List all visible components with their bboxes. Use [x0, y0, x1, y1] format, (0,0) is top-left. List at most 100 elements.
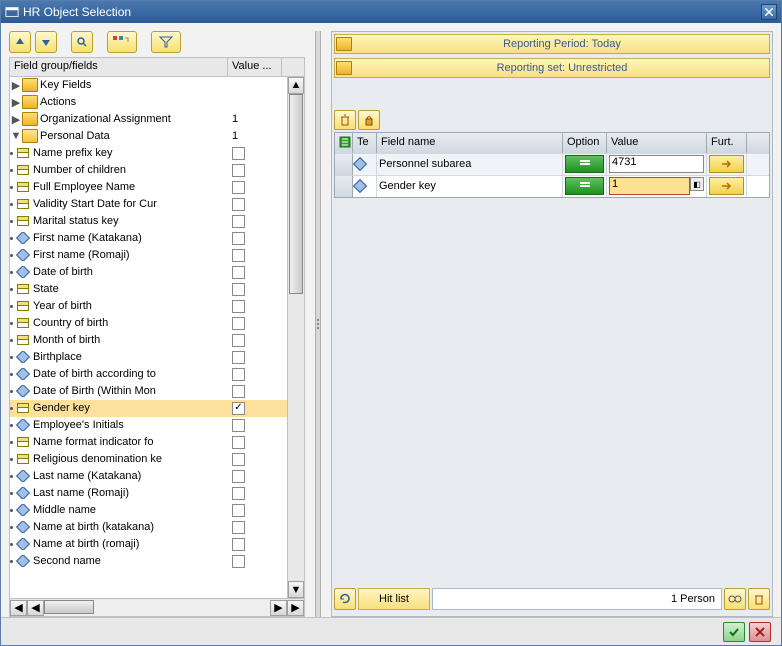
- tree-vscroll[interactable]: ▲ ▼: [287, 77, 304, 598]
- checkbox[interactable]: [232, 351, 245, 364]
- grid-header-further[interactable]: Furt.: [707, 133, 747, 153]
- tree-row[interactable]: Validity Start Date for Cur: [10, 196, 304, 213]
- checkbox[interactable]: [232, 436, 245, 449]
- checkbox[interactable]: [232, 266, 245, 279]
- further-button[interactable]: [709, 155, 744, 173]
- f4-help-button[interactable]: ◧: [690, 177, 704, 191]
- tree-header-fieldgroup[interactable]: Field group/fields: [10, 58, 228, 76]
- expand-all-button[interactable]: [9, 31, 31, 53]
- grid-header-fieldname[interactable]: Field name: [377, 133, 563, 153]
- tree-row[interactable]: Religious denomination ke: [10, 451, 304, 468]
- find-button[interactable]: [71, 31, 93, 53]
- row-header[interactable]: [335, 176, 353, 197]
- lock-button[interactable]: [358, 110, 380, 130]
- scroll-right-button[interactable]: ▶: [270, 600, 287, 616]
- tree-row[interactable]: Date of birth: [10, 264, 304, 281]
- checkbox[interactable]: [232, 198, 245, 211]
- checkbox[interactable]: [232, 283, 245, 296]
- tree-row[interactable]: ▶Actions: [10, 94, 304, 111]
- grid-header-tech[interactable]: Te: [353, 133, 377, 153]
- checkbox[interactable]: [232, 249, 245, 262]
- hit-list-button[interactable]: Hit list: [358, 588, 430, 610]
- checkbox[interactable]: [232, 181, 245, 194]
- checkbox[interactable]: [232, 164, 245, 177]
- value-input[interactable]: 1: [609, 177, 690, 195]
- tree-hscroll[interactable]: ◀ ◀ ▶ ▶: [9, 599, 305, 617]
- checkbox[interactable]: [232, 504, 245, 517]
- tree-row[interactable]: ▶Key Fields: [10, 77, 304, 94]
- tree-row[interactable]: First name (Romaji): [10, 247, 304, 264]
- grid-header-option[interactable]: Option: [563, 133, 607, 153]
- checkbox[interactable]: [232, 521, 245, 534]
- grid-row-selector-header[interactable]: [335, 133, 353, 153]
- checkbox[interactable]: [232, 487, 245, 500]
- option-cell[interactable]: [563, 176, 607, 197]
- checkbox[interactable]: [232, 470, 245, 483]
- option-button[interactable]: [565, 177, 604, 195]
- reporting-period-bar[interactable]: Reporting Period: Today: [334, 34, 770, 54]
- tree-row[interactable]: Second name: [10, 553, 304, 570]
- tree-row[interactable]: Country of birth: [10, 315, 304, 332]
- option-button[interactable]: [565, 155, 604, 173]
- checkbox[interactable]: [232, 402, 245, 415]
- checkbox[interactable]: [232, 300, 245, 313]
- tree-row[interactable]: Birthplace: [10, 349, 304, 366]
- trash-button[interactable]: [748, 588, 770, 610]
- scroll-down-button[interactable]: ▼: [288, 581, 304, 598]
- further-cell[interactable]: [707, 176, 747, 197]
- tree-row[interactable]: Name prefix key: [10, 145, 304, 162]
- splitter[interactable]: [315, 31, 321, 617]
- scroll-up-button[interactable]: ▲: [288, 77, 304, 94]
- checkbox[interactable]: [232, 385, 245, 398]
- tree-row[interactable]: Name at birth (katakana): [10, 519, 304, 536]
- row-header[interactable]: [335, 154, 353, 175]
- expand-icon[interactable]: ▶: [10, 79, 22, 92]
- tree-row[interactable]: ▶Organizational Assignment1: [10, 111, 304, 128]
- cancel-button[interactable]: [749, 622, 771, 642]
- further-cell[interactable]: [707, 154, 747, 175]
- option-cell[interactable]: [563, 154, 607, 175]
- scroll-right2-button[interactable]: ▶: [287, 600, 304, 616]
- collapse-icon[interactable]: ▼: [10, 130, 22, 142]
- grid-row[interactable]: Personnel subarea4731: [335, 153, 769, 175]
- close-button[interactable]: [761, 4, 777, 20]
- checkbox[interactable]: [232, 538, 245, 551]
- tree-row[interactable]: Middle name: [10, 502, 304, 519]
- checkbox[interactable]: [232, 555, 245, 568]
- delete-row-button[interactable]: [334, 110, 356, 130]
- checkbox[interactable]: [232, 334, 245, 347]
- checkbox[interactable]: [232, 147, 245, 160]
- scroll-left2-button[interactable]: ◀: [27, 600, 44, 616]
- scroll-left-button[interactable]: ◀: [10, 600, 27, 616]
- tree-row[interactable]: Employee's Initials: [10, 417, 304, 434]
- expand-icon[interactable]: ▶: [10, 113, 22, 126]
- tree-row[interactable]: State: [10, 281, 304, 298]
- tree-row[interactable]: Number of children: [10, 162, 304, 179]
- refresh-button[interactable]: [334, 588, 356, 610]
- grid-header-value[interactable]: Value: [607, 133, 707, 153]
- tree-row[interactable]: Gender key: [10, 400, 304, 417]
- tree-row[interactable]: Last name (Romaji): [10, 485, 304, 502]
- tree-row[interactable]: Date of Birth (Within Mon: [10, 383, 304, 400]
- collapse-all-button[interactable]: [35, 31, 57, 53]
- tree-row[interactable]: Name format indicator fo: [10, 434, 304, 451]
- checkbox[interactable]: [232, 368, 245, 381]
- tree-row[interactable]: Month of birth: [10, 332, 304, 349]
- checkbox[interactable]: [232, 453, 245, 466]
- hscroll-thumb[interactable]: [44, 600, 94, 614]
- tree-row[interactable]: First name (Katakana): [10, 230, 304, 247]
- value-cell[interactable]: 4731: [607, 154, 707, 175]
- tree-row[interactable]: Full Employee Name: [10, 179, 304, 196]
- expand-icon[interactable]: ▶: [10, 96, 22, 109]
- checkbox[interactable]: [232, 232, 245, 245]
- tree-row[interactable]: Year of birth: [10, 298, 304, 315]
- tree-row[interactable]: Last name (Katakana): [10, 468, 304, 485]
- checkbox[interactable]: [232, 317, 245, 330]
- tree-row[interactable]: ▼Personal Data1: [10, 128, 304, 145]
- checkbox[interactable]: [232, 215, 245, 228]
- tree-row[interactable]: Name at birth (romaji): [10, 536, 304, 553]
- grid-row[interactable]: Gender key1◧: [335, 175, 769, 197]
- glasses-button[interactable]: [724, 588, 746, 610]
- vscroll-thumb[interactable]: [289, 94, 303, 294]
- reporting-set-bar[interactable]: Reporting set: Unrestricted: [334, 58, 770, 78]
